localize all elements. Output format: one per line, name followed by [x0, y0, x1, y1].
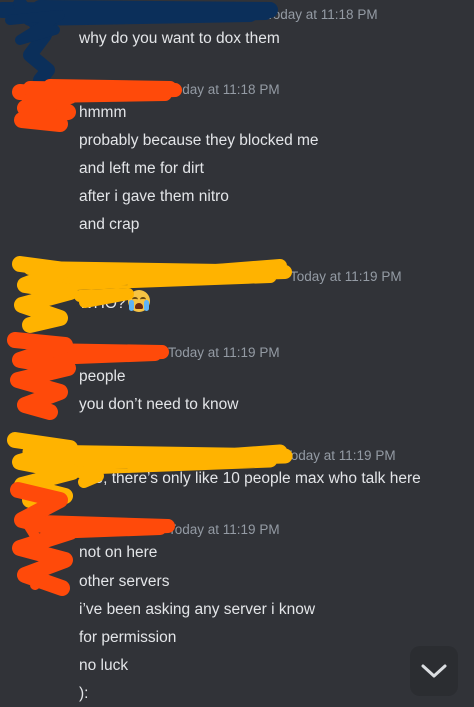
message-text: you don’t need to know — [79, 396, 239, 413]
message-text: i’ve been asking any server i know — [79, 601, 316, 618]
message-timestamp: Today at 11:19 PM — [284, 448, 396, 463]
message-text: WHO? — [79, 290, 150, 313]
message-text: and crap — [79, 216, 140, 233]
message-text: probably because they blocked me — [79, 132, 319, 149]
message-text: other servers — [79, 573, 170, 590]
scroll-to-bottom-button[interactable] — [410, 646, 458, 696]
message-text: hmmm — [79, 104, 127, 121]
yellow-scribble-1 — [12, 256, 292, 333]
message-timestamp: Today at 11:18 PM — [266, 7, 378, 22]
message-text: and left me for dirt — [79, 160, 204, 177]
message-text: not on here — [79, 544, 158, 561]
message-timestamp: Today at 11:18 PM — [168, 82, 280, 97]
loudly-crying-face-emoji-icon — [127, 290, 150, 312]
chevron-down-icon — [421, 664, 447, 678]
message-text: ): — [79, 685, 89, 702]
message-text: why do you want to dox them — [79, 30, 280, 47]
message-timestamp: Today at 11:19 PM — [168, 522, 280, 537]
message-text: Bro, there’s only like 10 people max who… — [79, 470, 421, 487]
message-text: no luck — [79, 657, 129, 674]
message-text: after i gave them nitro — [79, 188, 229, 205]
message-text: people — [79, 368, 126, 385]
message-text: for permission — [79, 629, 177, 646]
message-timestamp: Today at 11:19 PM — [168, 345, 280, 360]
message-timestamp: Today at 11:19 PM — [290, 269, 402, 284]
message-text-content: WHO? — [79, 295, 126, 312]
